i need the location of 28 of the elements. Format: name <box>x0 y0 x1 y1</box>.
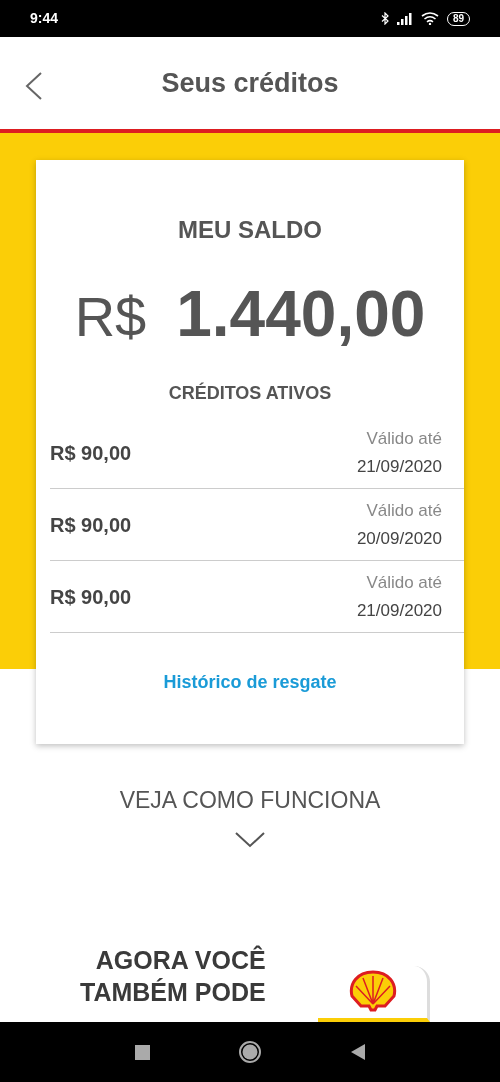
balance-currency: R$ <box>74 284 147 350</box>
home-button[interactable] <box>237 1040 262 1064</box>
bluetooth-icon <box>380 12 389 25</box>
valid-label: Válido até <box>366 427 442 450</box>
credit-amount: R$ 90,00 <box>50 512 132 538</box>
credits-heading: CRÉDITOS ATIVOS <box>168 381 332 405</box>
valid-date: 20/09/2020 <box>356 527 442 550</box>
balance-amount: 1.440,00 <box>176 277 426 352</box>
credit-amount: R$ 90,00 <box>50 440 132 466</box>
back-button[interactable] <box>24 71 44 101</box>
recents-button[interactable] <box>134 1044 150 1060</box>
wifi-icon <box>420 12 439 25</box>
balance-heading: MEU SALDO <box>178 215 322 245</box>
valid-label: Válido até <box>366 499 442 522</box>
valid-date: 21/09/2020 <box>356 455 442 478</box>
valid-label: Válido até <box>366 571 442 594</box>
chevron-down-icon[interactable] <box>235 831 265 848</box>
valid-date: 21/09/2020 <box>356 599 442 622</box>
back-icon <box>24 71 44 101</box>
promo-text: TAMBÉM PODE <box>80 977 266 1008</box>
status-time: 9:44 <box>30 9 59 28</box>
back-nav-button[interactable] <box>349 1043 366 1061</box>
how-it-works-button[interactable]: VEJA COMO FUNCIONA <box>119 783 381 818</box>
page-title: Seus créditos <box>161 66 339 100</box>
shell-logo-icon <box>348 970 397 1012</box>
credit-amount: R$ 90,00 <box>50 584 132 610</box>
signal-icon <box>396 12 413 25</box>
promo-text: AGORA VOCÊ <box>95 944 266 976</box>
